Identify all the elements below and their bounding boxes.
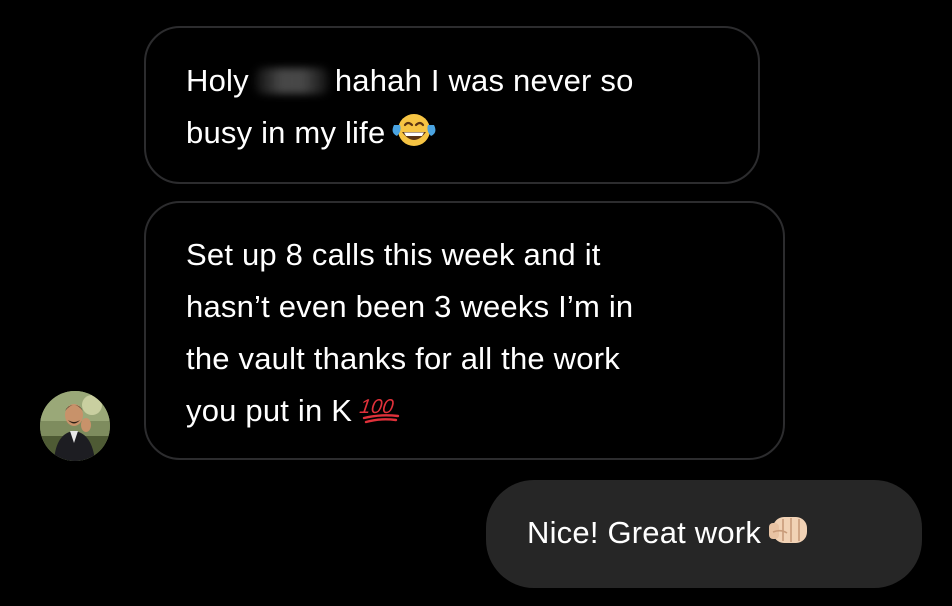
message-line: the vault thanks for all the work — [186, 341, 620, 376]
outgoing-message-bubble[interactable]: Nice! Great work — [486, 480, 922, 588]
message-line: hasn’t even been 3 weeks I’m in — [186, 289, 634, 324]
incoming-message-bubble[interactable]: Holy hahah I was never so busy in my life — [144, 26, 760, 184]
message-text: you put in K — [186, 393, 353, 428]
message-line: you put in K 100 — [186, 385, 783, 443]
message-text: hahah I was never so — [334, 63, 634, 98]
message-text: busy in my life — [186, 115, 386, 150]
avatar[interactable] — [40, 391, 110, 461]
hundred-points-icon: 100 — [358, 391, 402, 443]
message-line: Nice! Great work — [527, 507, 922, 565]
message-line: Set up 8 calls this week and it — [186, 237, 601, 272]
fist-bump-icon — [767, 511, 815, 565]
sender-avatar-photo — [40, 391, 110, 461]
message-line: busy in my life — [186, 107, 758, 165]
message-text: Nice! Great work — [527, 515, 762, 550]
face-with-tears-of-joy-icon — [391, 111, 437, 165]
incoming-message-bubble[interactable]: Set up 8 calls this week and it hasn’t e… — [144, 201, 785, 460]
message-line: Holy hahah I was never so — [186, 55, 758, 107]
message-text: Holy — [186, 63, 249, 98]
censored-word-blur — [254, 68, 329, 94]
